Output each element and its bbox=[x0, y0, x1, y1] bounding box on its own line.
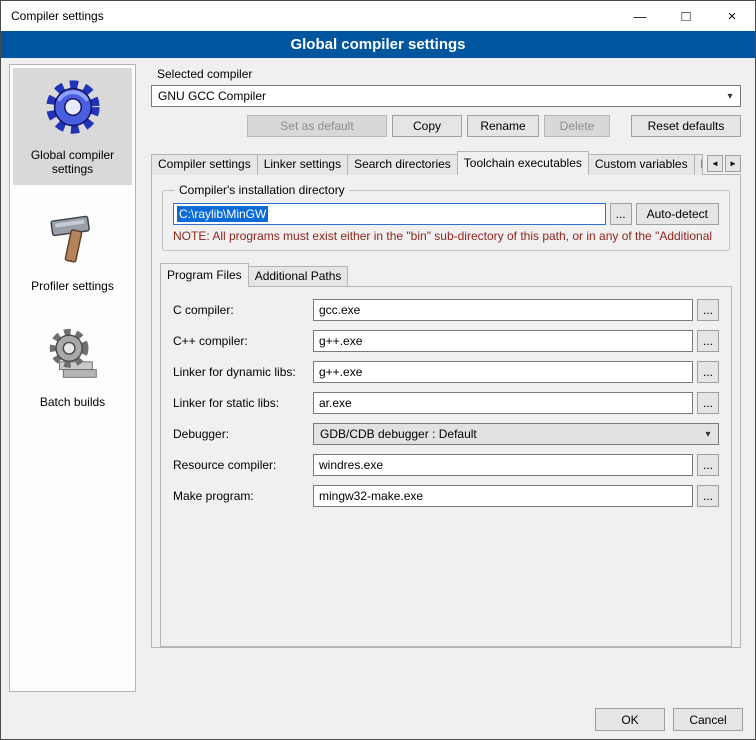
make-program-input[interactable] bbox=[313, 485, 693, 507]
profiler-tool-icon bbox=[42, 209, 104, 271]
field-row-debugger: Debugger: GDB/CDB debugger : Default ▾ bbox=[173, 423, 719, 445]
field-label: C compiler: bbox=[173, 303, 313, 317]
dialog-banner: Global compiler settings bbox=[1, 31, 755, 58]
cpp-compiler-browse-button[interactable]: ... bbox=[697, 330, 719, 352]
cancel-button[interactable]: Cancel bbox=[673, 708, 743, 731]
compiler-settings-tabs: Compiler settings Linker settings Search… bbox=[151, 151, 741, 175]
dialog-banner-title: Global compiler settings bbox=[290, 36, 465, 53]
tab-search-directories[interactable]: Search directories bbox=[347, 154, 458, 175]
make-program-browse-button[interactable]: ... bbox=[697, 485, 719, 507]
field-label: Debugger: bbox=[173, 427, 313, 441]
auto-detect-button[interactable]: Auto-detect bbox=[636, 203, 719, 225]
install-dir-value: C:\raylib\MinGW bbox=[177, 206, 268, 222]
static-linker-browse-button[interactable]: ... bbox=[697, 392, 719, 414]
tab-build-options-clipped[interactable]: Buil bbox=[694, 154, 703, 175]
compiler-settings-dialog: Compiler settings — □ × Global compiler … bbox=[0, 0, 756, 740]
c-compiler-input[interactable] bbox=[313, 299, 693, 321]
c-compiler-browse-button[interactable]: ... bbox=[697, 299, 719, 321]
maximize-button[interactable]: □ bbox=[663, 1, 709, 31]
install-dir-legend: Compiler's installation directory bbox=[175, 183, 349, 197]
delete-button: Delete bbox=[544, 115, 610, 137]
field-row-cpp-compiler: C++ compiler: ... bbox=[173, 330, 719, 352]
tab-custom-variables[interactable]: Custom variables bbox=[588, 154, 695, 175]
field-row-resource-compiler: Resource compiler: ... bbox=[173, 454, 719, 476]
field-label: Linker for dynamic libs: bbox=[173, 365, 313, 379]
subtab-additional-paths[interactable]: Additional Paths bbox=[248, 266, 349, 287]
static-linker-input[interactable] bbox=[313, 392, 693, 414]
chevron-down-icon: ▾ bbox=[700, 429, 716, 440]
field-row-dynamic-linker: Linker for dynamic libs: ... bbox=[173, 361, 719, 383]
reset-defaults-button[interactable]: Reset defaults bbox=[631, 115, 741, 137]
copy-button[interactable]: Copy bbox=[392, 115, 462, 137]
tab-scroll-buttons: ◄ ► bbox=[707, 155, 741, 172]
field-label: Resource compiler: bbox=[173, 458, 313, 472]
install-dir-input[interactable]: C:\raylib\MinGW bbox=[173, 203, 606, 225]
resource-compiler-browse-button[interactable]: ... bbox=[697, 454, 719, 476]
field-label: Linker for static libs: bbox=[173, 396, 313, 410]
ok-button[interactable]: OK bbox=[595, 708, 665, 731]
maximize-icon: □ bbox=[681, 8, 690, 25]
gray-gear-stack-icon bbox=[42, 325, 104, 387]
set-as-default-button: Set as default bbox=[247, 115, 387, 137]
field-label: C++ compiler: bbox=[173, 334, 313, 348]
toolchain-executables-panel: Compiler's installation directory C:\ray… bbox=[151, 174, 741, 648]
sidebar-item-profiler-settings[interactable]: Profiler settings bbox=[13, 199, 132, 301]
blue-gear-icon bbox=[42, 78, 104, 140]
field-label: Make program: bbox=[173, 489, 313, 503]
sidebar-item-batch-builds[interactable]: Batch builds bbox=[13, 315, 132, 417]
selected-compiler-label: Selected compiler bbox=[157, 67, 741, 81]
field-row-static-linker: Linker for static libs: ... bbox=[173, 392, 719, 414]
dynamic-linker-input[interactable] bbox=[313, 361, 693, 383]
field-row-c-compiler: C compiler: ... bbox=[173, 299, 719, 321]
main-panel: Selected compiler GNU GCC Compiler ▾ Set… bbox=[151, 67, 741, 648]
rename-button[interactable]: Rename bbox=[467, 115, 539, 137]
compiler-actions: Set as default Copy Rename Delete Reset … bbox=[151, 115, 741, 137]
subtab-program-files[interactable]: Program Files bbox=[160, 263, 249, 287]
install-dir-row: C:\raylib\MinGW ... Auto-detect bbox=[173, 203, 719, 225]
tab-compiler-settings[interactable]: Compiler settings bbox=[151, 154, 258, 175]
settings-category-list: Global compiler settings Profiler settin… bbox=[9, 64, 136, 692]
close-button[interactable]: × bbox=[709, 1, 755, 31]
resource-compiler-input[interactable] bbox=[313, 454, 693, 476]
sidebar-item-label: Batch builds bbox=[40, 395, 105, 409]
debugger-dropdown[interactable]: GDB/CDB debugger : Default ▾ bbox=[313, 423, 719, 445]
program-files-tabs: Program Files Additional Paths bbox=[160, 263, 732, 287]
install-dir-browse-button[interactable]: ... bbox=[610, 203, 632, 225]
minimize-button[interactable]: — bbox=[617, 1, 663, 31]
field-row-make-program: Make program: ... bbox=[173, 485, 719, 507]
selected-compiler-value: GNU GCC Compiler bbox=[158, 89, 722, 103]
install-dir-group: Compiler's installation directory C:\ray… bbox=[162, 183, 730, 251]
sidebar-item-label: Global compiler settings bbox=[15, 148, 130, 177]
close-icon: × bbox=[728, 8, 737, 25]
minimize-icon: — bbox=[634, 9, 647, 24]
selected-compiler-dropdown[interactable]: GNU GCC Compiler ▾ bbox=[151, 85, 741, 107]
tab-toolchain-executables[interactable]: Toolchain executables bbox=[457, 151, 589, 175]
program-files-panel: C compiler: ... C++ compiler: ... bbox=[160, 286, 732, 647]
debugger-value: GDB/CDB debugger : Default bbox=[320, 427, 700, 441]
titlebar[interactable]: Compiler settings — □ × bbox=[1, 1, 755, 31]
tab-scroll-right-button[interactable]: ► bbox=[725, 155, 741, 172]
dynamic-linker-browse-button[interactable]: ... bbox=[697, 361, 719, 383]
window-title: Compiler settings bbox=[1, 9, 617, 23]
tab-scroll-left-button[interactable]: ◄ bbox=[707, 155, 723, 172]
install-dir-note: NOTE: All programs must exist either in … bbox=[173, 229, 719, 243]
chevron-down-icon: ▾ bbox=[722, 91, 738, 102]
tab-linker-settings[interactable]: Linker settings bbox=[257, 154, 348, 175]
window-controls: — □ × bbox=[617, 1, 755, 31]
dialog-footer: OK Cancel bbox=[595, 708, 743, 731]
dialog-body: Global compiler settings Profiler settin… bbox=[1, 58, 755, 739]
sidebar-item-label: Profiler settings bbox=[31, 279, 114, 293]
sidebar-item-global-compiler-settings[interactable]: Global compiler settings bbox=[13, 68, 132, 185]
cpp-compiler-input[interactable] bbox=[313, 330, 693, 352]
